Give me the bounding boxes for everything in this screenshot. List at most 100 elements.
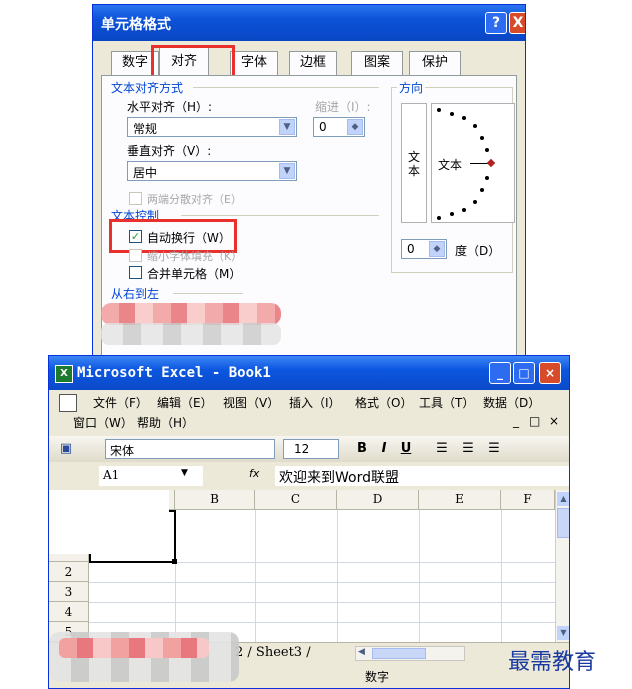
dialog-title-bar[interactable]: 单元格格式 ? X [93, 5, 525, 41]
horizontal-align-value: 常规 [133, 122, 158, 136]
menu-data[interactable]: 数据（D） [483, 394, 540, 411]
scroll-down-icon[interactable]: ▼ [557, 626, 569, 640]
excel-logo-icon: X [55, 365, 73, 383]
menu-bar: 文件（F） 编辑（E） 视图（V） 插入（I） 格式（O） 工具（T） 数据（D… [49, 390, 569, 434]
format-toolbar: ▣ 宋体 12 B I U ☰ ☰ ☰ [49, 436, 569, 462]
distributed-label: 两端分散对齐（E） [147, 193, 242, 206]
spin-icon[interactable]: ◆ [429, 241, 445, 257]
scroll-left-icon[interactable]: ◀ [358, 647, 365, 657]
minimize-button[interactable]: _ [489, 362, 511, 384]
dial-dot [462, 116, 466, 120]
close-button[interactable]: X [509, 12, 525, 34]
doc-minimize-button[interactable]: _ [513, 414, 519, 428]
shrink-to-fit-checkbox[interactable] [129, 249, 142, 262]
chevron-down-icon[interactable]: ▼ [279, 119, 295, 135]
align-right-icon[interactable]: ☰ [485, 440, 503, 458]
tab-border[interactable]: 边框 [289, 51, 337, 75]
row-header[interactable]: 3 [49, 582, 89, 602]
sheet-tab-sheet3[interactable]: 2 / Sheet3 / [235, 645, 311, 660]
chevron-down-icon[interactable]: ▼ [181, 468, 188, 478]
degree-spinner[interactable]: 0 ◆ [401, 239, 447, 259]
dial-dot [480, 188, 484, 192]
chevron-down-icon[interactable]: ▼ [279, 163, 295, 179]
menu-view[interactable]: 视图（V） [223, 394, 279, 411]
row-header[interactable]: 4 [49, 602, 89, 622]
vertical-text-box[interactable]: 文本 [401, 103, 427, 223]
menu-edit[interactable]: 编辑（E） [157, 394, 213, 411]
h-scroll-thumb[interactable] [372, 648, 426, 659]
italic-button[interactable]: I [375, 440, 393, 458]
column-header[interactable]: F [501, 490, 555, 510]
column-header[interactable]: B [175, 490, 255, 510]
indent-value: 0 [319, 120, 327, 134]
formula-input[interactable]: 欢迎来到Word联盟 [275, 466, 569, 486]
scroll-thumb[interactable] [557, 508, 569, 538]
help-button[interactable]: ? [485, 12, 507, 34]
dial-pointer [470, 163, 488, 164]
orientation-dial[interactable]: 文本 [431, 103, 515, 223]
formula-bar: A1 ▼ fx 欢迎来到Word联盟 [49, 464, 569, 488]
status-text: 数字 [365, 670, 390, 684]
spin-icon[interactable]: ◆ [347, 119, 363, 135]
menu-insert[interactable]: 插入（I） [289, 394, 341, 411]
rtl-group-label: 从右到左 [111, 287, 160, 301]
horizontal-align-select[interactable]: 常规 ▼ [127, 117, 297, 137]
dialog-title: 单元格格式 [101, 17, 171, 33]
maximize-button[interactable]: □ [513, 362, 535, 384]
dial-dot [450, 212, 454, 216]
dial-dot [485, 176, 489, 180]
gridline [419, 510, 420, 642]
tab-protection[interactable]: 保护 [409, 51, 461, 75]
redacted-area [49, 490, 169, 554]
merge-cells-checkbox[interactable] [129, 266, 142, 279]
merge-cells-label: 合并单元格（M） [147, 267, 242, 281]
align-center-icon[interactable]: ☰ [459, 440, 477, 458]
dial-dot [473, 200, 477, 204]
column-header[interactable]: D [337, 490, 419, 510]
font-name-value: 宋体 [110, 444, 135, 458]
bold-button[interactable]: B [353, 440, 371, 458]
align-left-icon[interactable]: ☰ [433, 440, 451, 458]
fill-handle[interactable] [172, 559, 177, 564]
scroll-up-icon[interactable]: ▲ [557, 492, 569, 506]
group-divider [193, 87, 379, 88]
excel-window: X Microsoft Excel - Book1 _ □ × 文件（F） 编辑… [48, 355, 570, 689]
font-size-select[interactable]: 12 [283, 439, 339, 459]
menu-format[interactable]: 格式（O） [355, 394, 412, 411]
horizontal-scrollbar[interactable]: ◀ [355, 646, 465, 661]
menu-help[interactable]: 帮助（H） [137, 414, 194, 431]
document-icon[interactable] [59, 394, 77, 412]
distributed-checkbox[interactable] [129, 192, 142, 205]
degree-value: 0 [407, 242, 415, 256]
excel-title-bar[interactable]: X Microsoft Excel - Book1 _ □ × [49, 356, 569, 390]
font-name-select[interactable]: 宋体 [105, 439, 275, 459]
horizontal-align-label: 水平对齐（H）: [127, 100, 213, 114]
doc-restore-button[interactable]: □ [529, 414, 540, 428]
save-icon[interactable]: ▣ [57, 440, 75, 458]
dial-text-label: 文本 [438, 158, 463, 172]
indent-spinner[interactable]: 0 ◆ [313, 117, 365, 137]
vertical-scrollbar[interactable]: ▲ ▼ [555, 490, 569, 642]
shrink-to-fit-label: 缩小字体填充（K） [147, 250, 243, 263]
dial-dot [462, 208, 466, 212]
vertical-text-label: 文本 [408, 150, 421, 178]
fx-icon[interactable]: fx [249, 467, 259, 480]
column-header[interactable]: E [419, 490, 501, 510]
menu-window[interactable]: 窗口（W） [73, 414, 133, 431]
watermark-text: 最需教育 [508, 650, 597, 675]
column-header[interactable]: C [255, 490, 337, 510]
row-header[interactable]: 2 [49, 562, 89, 582]
gridline [89, 582, 555, 583]
tab-patterns[interactable]: 图案 [351, 51, 403, 75]
redacted-area [101, 303, 281, 325]
vertical-align-select[interactable]: 居中 ▼ [127, 161, 297, 181]
degree-label: 度（D） [455, 244, 501, 258]
close-button[interactable]: × [539, 362, 561, 384]
menu-file[interactable]: 文件（F） [93, 394, 148, 411]
name-box[interactable]: A1 ▼ [99, 466, 203, 486]
doc-close-button[interactable]: × [549, 414, 559, 428]
menu-tools[interactable]: 工具（T） [419, 394, 474, 411]
dial-handle[interactable] [486, 158, 496, 168]
underline-button[interactable]: U [397, 440, 415, 458]
tab-font[interactable]: 字体 [230, 51, 278, 75]
